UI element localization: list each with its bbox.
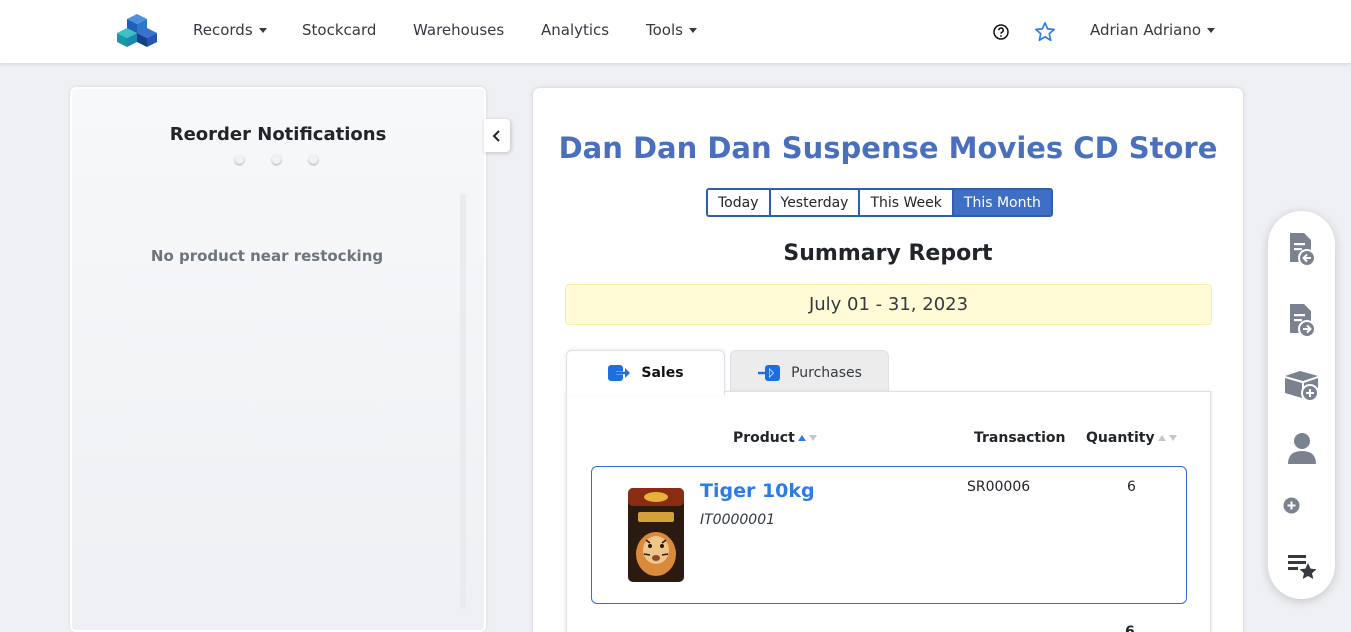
product-header-label: Product bbox=[733, 430, 795, 446]
period-yesterday-button[interactable]: Yesterday bbox=[770, 190, 861, 215]
add-product-button[interactable] bbox=[1268, 366, 1335, 402]
loading-dot bbox=[272, 155, 281, 164]
reorder-title: Reorder Notifications bbox=[169, 124, 387, 145]
nav-tools-label: Tools bbox=[646, 21, 683, 39]
loading-dot bbox=[309, 155, 318, 164]
period-selector: Today Yesterday This Week This Month bbox=[706, 188, 1053, 217]
collapse-panel-button[interactable] bbox=[484, 119, 510, 152]
product-name-link[interactable]: Tiger 10kg bbox=[700, 480, 815, 502]
purchases-in-icon bbox=[758, 365, 781, 381]
loading-dot bbox=[235, 155, 244, 164]
document-out-icon bbox=[1289, 304, 1316, 338]
product-code: IT0000001 bbox=[700, 512, 776, 528]
issue-document-button[interactable] bbox=[1268, 302, 1335, 338]
document-in-icon bbox=[1289, 233, 1316, 267]
nav-records[interactable]: Records bbox=[193, 21, 267, 39]
nav-tools[interactable]: Tools bbox=[646, 21, 697, 39]
tab-sales-label: Sales bbox=[641, 365, 684, 381]
caret-down-icon bbox=[258, 27, 267, 33]
user-icon bbox=[1287, 433, 1316, 464]
user-button[interactable] bbox=[1268, 431, 1335, 465]
sales-out-icon bbox=[608, 365, 631, 381]
help-circle-icon[interactable] bbox=[993, 24, 1009, 40]
sales-tab-panel: Product Transaction Quantity Tiger 10kg … bbox=[566, 391, 1211, 632]
quick-actions-toolbar bbox=[1268, 211, 1335, 599]
total-quantity: 6 bbox=[1125, 624, 1135, 632]
caret-down-icon bbox=[1207, 27, 1216, 33]
period-today-button[interactable]: Today bbox=[708, 190, 771, 215]
quantity-value: 6 bbox=[1127, 479, 1136, 495]
report-title: Summary Report bbox=[783, 241, 993, 266]
loading-dots bbox=[235, 155, 318, 164]
summary-card: Dan Dan Dan Suspense Movies CD Store Tod… bbox=[532, 87, 1244, 632]
tab-purchases-label: Purchases bbox=[791, 365, 862, 381]
transaction-number: SR00006 bbox=[967, 479, 1031, 495]
store-name: Dan Dan Dan Suspense Movies CD Store bbox=[558, 131, 1218, 165]
nav-stockcard-label: Stockcard bbox=[302, 21, 377, 39]
nav-records-label: Records bbox=[193, 21, 253, 39]
cubes-logo[interactable] bbox=[117, 12, 157, 48]
quantity-column-header[interactable]: Quantity bbox=[1086, 430, 1177, 446]
top-navbar: Records Stockcard Warehouses Analytics T… bbox=[0, 0, 1351, 63]
add-button[interactable] bbox=[1268, 497, 1335, 514]
chevron-left-icon bbox=[492, 129, 500, 142]
tab-purchases[interactable]: Purchases bbox=[730, 350, 889, 395]
receive-document-button[interactable] bbox=[1268, 231, 1335, 267]
period-this-week-button[interactable]: This Week bbox=[860, 190, 954, 215]
product-image bbox=[628, 488, 684, 582]
product-column-header[interactable]: Product bbox=[733, 430, 817, 446]
starred-list-icon bbox=[1287, 555, 1316, 579]
empty-message: No product near restocking bbox=[150, 247, 384, 265]
transaction-header-label: Transaction bbox=[974, 430, 1066, 446]
period-this-month-button[interactable]: This Month bbox=[953, 190, 1051, 215]
nav-warehouses-label: Warehouses bbox=[413, 21, 505, 39]
date-range-banner: July 01 - 31, 2023 bbox=[565, 284, 1212, 325]
user-menu[interactable]: Adrian Adriano bbox=[1090, 21, 1216, 39]
sort-ascending-icon bbox=[797, 435, 806, 441]
sort-ascending-icon bbox=[1157, 435, 1166, 441]
starred-list-button[interactable] bbox=[1268, 551, 1335, 583]
table-row[interactable]: Tiger 10kg IT0000001 SR00006 6 bbox=[591, 466, 1187, 604]
tab-sales[interactable]: Sales bbox=[566, 350, 725, 395]
nav-analytics[interactable]: Analytics bbox=[541, 21, 609, 39]
caret-down-icon bbox=[688, 27, 697, 33]
star-icon[interactable] bbox=[1034, 21, 1056, 43]
sort-descending-icon bbox=[1168, 435, 1177, 441]
add-circle-icon bbox=[1283, 497, 1300, 514]
reorder-notifications-panel: Reorder Notifications No product near re… bbox=[70, 87, 486, 632]
transaction-column-header: Transaction bbox=[974, 430, 1066, 446]
nav-warehouses[interactable]: Warehouses bbox=[413, 21, 504, 39]
nav-analytics-label: Analytics bbox=[541, 21, 610, 39]
sort-descending-icon bbox=[808, 435, 817, 441]
quantity-header-label: Quantity bbox=[1086, 430, 1155, 446]
user-name: Adrian Adriano bbox=[1090, 21, 1202, 39]
nav-stockcard[interactable]: Stockcard bbox=[302, 21, 376, 39]
box-add-icon bbox=[1284, 371, 1319, 402]
panel-scrollbar[interactable] bbox=[460, 194, 466, 609]
